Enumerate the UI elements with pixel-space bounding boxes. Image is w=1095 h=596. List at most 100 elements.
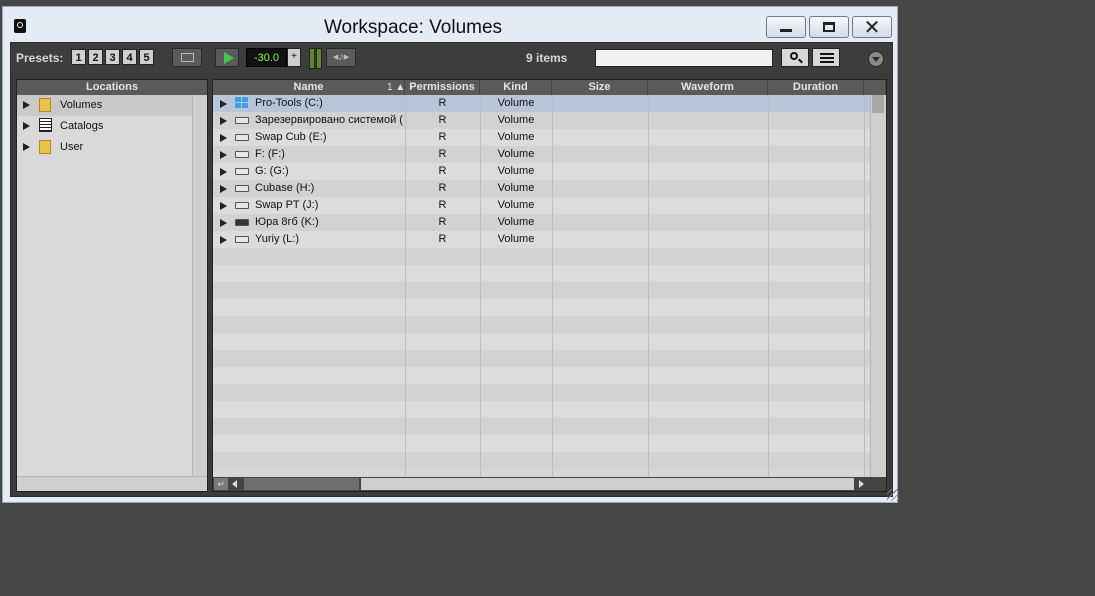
toolbar: Presets: 1 2 3 4 5 -30.0 + ◂♪▸ 9 items (11, 43, 892, 73)
table-row[interactable]: Зарезервировано системой (R Volume (213, 112, 870, 129)
expand-triangle-icon[interactable] (23, 143, 30, 151)
horizontal-scroll-thumb[interactable] (244, 478, 359, 490)
vertical-scroll-thumb[interactable] (872, 95, 884, 113)
cell-permissions: R (438, 216, 447, 228)
level-meter-left (309, 48, 315, 69)
column-header-permissions[interactable]: Permissions (405, 80, 480, 95)
expand-triangle-icon[interactable] (220, 117, 227, 125)
table-row[interactable]: G: (G:) R Volume (213, 163, 870, 180)
preset-5-button[interactable]: 5 (139, 49, 154, 65)
empty-row (213, 384, 870, 401)
cell-name: F: (F:) (255, 148, 285, 160)
cell-permissions: R (438, 199, 447, 211)
column-divider (768, 95, 769, 477)
locations-horizontal-scrollbar[interactable] (17, 476, 207, 491)
cell-kind: Volume (497, 97, 535, 109)
cell-permissions: R (438, 182, 447, 194)
table-row[interactable]: Cubase (H:) R Volume (213, 180, 870, 197)
folder-icon (39, 98, 51, 112)
expand-triangle-icon[interactable] (220, 151, 227, 159)
column-divider (552, 95, 553, 477)
expand-triangle-icon[interactable] (23, 122, 30, 130)
cell-kind: Volume (497, 131, 535, 143)
drive-icon (235, 236, 249, 243)
new-folder-button[interactable] (172, 48, 202, 67)
audition-play-button[interactable] (215, 48, 239, 67)
location-item-catalogs[interactable]: Catalogs (17, 116, 193, 137)
scroll-home-button[interactable]: ↵ (214, 478, 228, 490)
expand-triangle-icon[interactable] (220, 185, 227, 193)
tempo-link-button[interactable]: ◂♪▸ (326, 48, 356, 67)
preset-1-button[interactable]: 1 (71, 49, 86, 65)
expand-triangle-icon[interactable] (220, 168, 227, 176)
cell-kind: Volume (497, 148, 535, 160)
empty-row (213, 435, 870, 452)
table-row[interactable]: Юра 8гб (K:) R Volume (213, 214, 870, 231)
empty-row (213, 316, 870, 333)
preset-3-button[interactable]: 3 (105, 49, 120, 65)
column-header-more[interactable] (864, 80, 886, 95)
windows-drive-icon (235, 97, 248, 109)
preview-level-display[interactable]: -30.0 (246, 48, 287, 67)
expand-triangle-icon[interactable] (220, 134, 227, 142)
column-header-kind[interactable]: Kind (480, 80, 552, 95)
cell-permissions: R (438, 165, 447, 177)
preset-2-button[interactable]: 2 (88, 49, 103, 65)
workspace-content: Presets: 1 2 3 4 5 -30.0 + ◂♪▸ 9 items L… (10, 42, 899, 501)
table-row[interactable]: Swap PT (J:) R Volume (213, 197, 870, 214)
preset-4-button[interactable]: 4 (122, 49, 137, 65)
locations-header: Locations (17, 80, 207, 95)
cell-name: Pro-Tools (C:) (255, 97, 323, 109)
resize-grip-icon[interactable] (887, 489, 899, 501)
column-header-size[interactable]: Size (552, 80, 648, 95)
column-divider (864, 95, 865, 477)
view-options-button[interactable] (812, 48, 840, 67)
drive-icon (235, 202, 249, 209)
title-bar[interactable]: Workspace: Volumes ✕ (3, 7, 897, 43)
close-button[interactable]: ✕ (852, 16, 892, 39)
maximize-button[interactable] (809, 16, 849, 38)
column-divider (405, 95, 406, 477)
column-header-duration[interactable]: Duration (768, 80, 864, 95)
cell-kind: Volume (497, 165, 535, 177)
minimize-button[interactable] (766, 16, 806, 38)
table-row[interactable]: Yuriy (L:) R Volume (213, 231, 870, 248)
location-item-volumes[interactable]: Volumes (17, 95, 193, 116)
empty-row (213, 418, 870, 435)
search-button[interactable] (781, 48, 809, 67)
empty-row (213, 333, 870, 350)
search-input[interactable] (595, 49, 773, 67)
horizontal-scroll-track[interactable] (361, 478, 854, 490)
empty-row (213, 350, 870, 367)
location-item-user[interactable]: User (17, 137, 193, 158)
table-row[interactable]: Swap Cub (E:) R Volume (213, 129, 870, 146)
level-stepper[interactable]: + (287, 48, 301, 67)
table-row[interactable]: Pro-Tools (C:) R Volume (213, 95, 870, 112)
expand-triangle-icon[interactable] (220, 236, 227, 244)
file-browser-pane: Name 1 ▲ Permissions Kind Size Waveform … (212, 79, 887, 492)
cell-name: Зарезервировано системой ( (255, 114, 403, 126)
expand-triangle-icon[interactable] (220, 100, 227, 108)
browser-vertical-scrollbar[interactable] (870, 95, 886, 477)
location-label: Volumes (60, 99, 103, 111)
cell-kind: Volume (497, 216, 535, 228)
scroll-right-arrow-icon[interactable] (859, 480, 864, 488)
cell-name: Юра 8гб (K:) (255, 216, 319, 228)
cell-permissions: R (438, 114, 447, 126)
browser-horizontal-scrollbar[interactable]: ↵ (213, 477, 886, 491)
expand-triangle-icon[interactable] (220, 202, 227, 210)
folder-icon (39, 140, 51, 154)
table-row[interactable]: F: (F:) R Volume (213, 146, 870, 163)
locations-pane: Locations Volumes Catalogs User (16, 79, 208, 492)
locations-vertical-scrollbar[interactable] (192, 95, 207, 477)
empty-row (213, 401, 870, 418)
empty-row (213, 452, 870, 469)
expand-triangle-icon[interactable] (220, 219, 227, 227)
catalog-icon (39, 118, 52, 132)
browser-menu-button[interactable] (868, 51, 884, 67)
scroll-left-arrow-icon[interactable] (232, 480, 237, 488)
column-header-waveform[interactable]: Waveform (648, 80, 768, 95)
expand-triangle-icon[interactable] (23, 101, 30, 109)
column-header-name[interactable]: Name (213, 80, 405, 95)
drive-icon (235, 168, 249, 175)
